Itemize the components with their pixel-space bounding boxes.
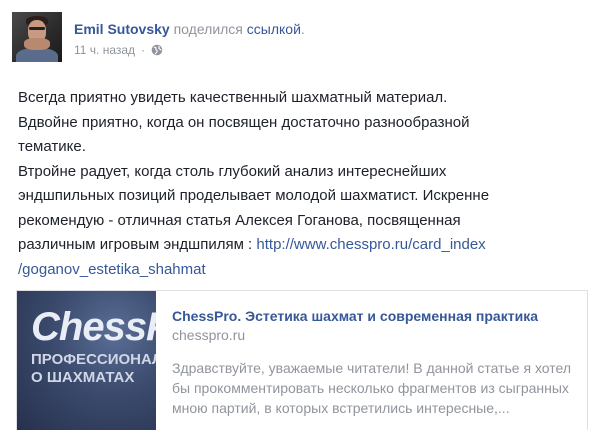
post-line: /goganov_estetika_shahmat [18, 258, 584, 283]
post-line: эндшпильных позиций проделывает молодой … [18, 187, 490, 204]
post-line-text: различным игровым эндшпилям : [18, 236, 257, 253]
post-line: различным игровым эндшпилям : http://www… [18, 233, 584, 258]
article-url-link[interactable]: http://www.chesspro.ru/card_index [256, 236, 485, 253]
post-meta: Emil Sutovsky поделился ссылкой. 11 ч. н… [74, 20, 305, 57]
thumbnail-subtitle-line2: О ШАХМАТАХ [31, 369, 135, 386]
card-description: Здравствуйте, уважаемые читатели! В данн… [172, 360, 572, 416]
article-url-link-continued[interactable]: /goganov_estetika_shahmat [18, 261, 206, 278]
post-line: Всегда приятно увидеть качественный шахм… [18, 89, 448, 106]
post-line: Втройне радует, когда столь глубокий ана… [18, 162, 447, 180]
post-body: Всегда приятно увидеть качественный шахм… [18, 86, 584, 282]
post-title-line: Emil Sutovsky поделился ссылкой. [74, 20, 305, 38]
post-time-line: 11 ч. назад · [74, 43, 305, 57]
avatar-body [16, 48, 58, 62]
avatar-glasses [29, 27, 45, 30]
action-text: поделился [173, 21, 243, 37]
post-header: Emil Sutovsky поделился ссылкой. 11 ч. н… [12, 12, 588, 62]
avatar-hands [24, 38, 50, 50]
post-line: тематике. [18, 138, 86, 155]
shared-link-link[interactable]: ссылкой [247, 21, 301, 37]
thumbnail-subtitle-line1: ПРОФЕССИОНАЛЬНО [31, 351, 156, 368]
card-domain: chesspro.ru [172, 327, 246, 343]
post-line: рекомендую - отличная статья Алексея Гог… [18, 211, 461, 229]
author-name-link[interactable]: Emil Sutovsky [74, 21, 170, 37]
chesspro-logo: ChessPro [31, 305, 156, 349]
timestamp-link[interactable]: 11 ч. назад [74, 43, 135, 57]
separator-dot: · [141, 43, 146, 57]
card-thumbnail[interactable]: ChessPro ПРОФЕССИОНАЛЬНО О ШАХМАТАХ [17, 291, 156, 430]
card-title-link[interactable]: ChessPro. Эстетика шахмат и современная … [172, 307, 577, 325]
link-preview-card[interactable]: ChessPro ПРОФЕССИОНАЛЬНО О ШАХМАТАХ Ches… [16, 290, 588, 430]
globe-icon[interactable] [151, 44, 163, 56]
card-body: ChessPro. Эстетика шахмат и современная … [172, 307, 577, 418]
avatar[interactable] [12, 12, 62, 62]
post-line: Вдвойне приятно, когда он посвящен доста… [18, 113, 470, 131]
action-end: . [300, 21, 305, 37]
